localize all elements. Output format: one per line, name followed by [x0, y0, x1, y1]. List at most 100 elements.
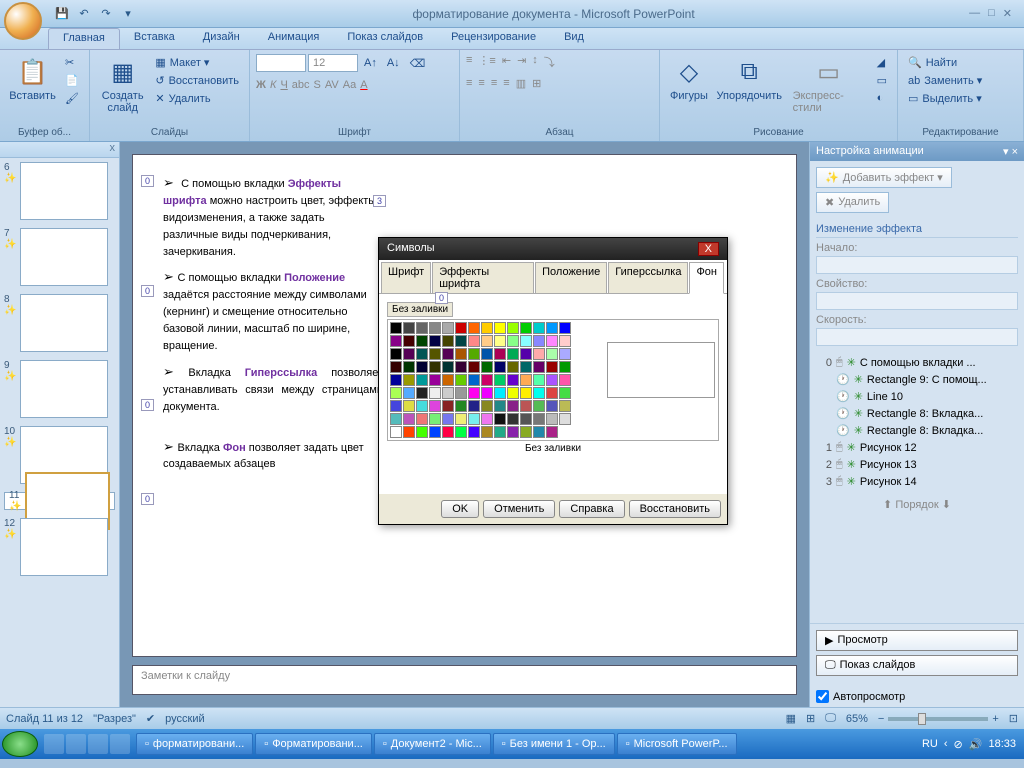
layout-button[interactable]: ▦ Макет ▾: [151, 54, 243, 71]
justify-icon[interactable]: ≡: [503, 77, 509, 90]
tab-slideshow[interactable]: Показ слайдов: [333, 28, 437, 49]
color-swatch[interactable]: [468, 387, 480, 399]
anim-tag[interactable]: 3: [373, 195, 386, 207]
color-swatch[interactable]: [390, 400, 402, 412]
color-swatch[interactable]: [481, 374, 493, 386]
color-swatch[interactable]: [442, 361, 454, 373]
color-swatch[interactable]: [468, 322, 480, 334]
bold-button[interactable]: Ж: [256, 79, 266, 91]
color-swatch[interactable]: [442, 374, 454, 386]
fit-icon[interactable]: ⊡: [1009, 712, 1018, 725]
color-swatch[interactable]: [416, 413, 428, 425]
save-icon[interactable]: 💾: [52, 4, 72, 24]
reorder-down-icon[interactable]: ⬇: [942, 499, 951, 511]
color-swatch[interactable]: [403, 387, 415, 399]
color-swatch[interactable]: [533, 361, 545, 373]
color-swatch[interactable]: [533, 387, 545, 399]
slide-thumbnail[interactable]: 9✨: [4, 360, 115, 418]
color-swatch[interactable]: [481, 413, 493, 425]
color-swatch[interactable]: [494, 374, 506, 386]
color-swatch[interactable]: [494, 335, 506, 347]
color-swatch[interactable]: [507, 361, 519, 373]
ql-icon[interactable]: [44, 734, 64, 754]
color-swatch[interactable]: [455, 322, 467, 334]
select-button[interactable]: ▭ Выделить ▾: [904, 90, 986, 107]
property-select[interactable]: [816, 292, 1018, 310]
color-swatch[interactable]: [403, 374, 415, 386]
color-swatch[interactable]: [455, 348, 467, 360]
help-button[interactable]: Справка: [559, 500, 624, 518]
color-swatch[interactable]: [520, 322, 532, 334]
color-swatch[interactable]: [442, 426, 454, 438]
color-swatch[interactable]: [429, 322, 441, 334]
color-swatch[interactable]: [442, 400, 454, 412]
font-size-select[interactable]: 12: [308, 54, 358, 72]
color-swatch[interactable]: [546, 335, 558, 347]
color-swatch[interactable]: [403, 413, 415, 425]
color-swatch[interactable]: [546, 387, 558, 399]
color-swatch[interactable]: [494, 413, 506, 425]
font-name-select[interactable]: [256, 54, 306, 72]
align-right-icon[interactable]: ≡: [491, 77, 497, 90]
animation-item[interactable]: 🕐✳Rectangle 9: С помощ...: [816, 371, 1018, 388]
color-swatch[interactable]: [416, 387, 428, 399]
color-swatch[interactable]: [455, 387, 467, 399]
shape-fill-icon[interactable]: ◢: [873, 54, 891, 71]
speed-select[interactable]: [816, 328, 1018, 346]
tab-view[interactable]: Вид: [550, 28, 598, 49]
color-swatch[interactable]: [416, 335, 428, 347]
delete-slide-button[interactable]: ✕ Удалить: [151, 90, 243, 107]
tab-design[interactable]: Дизайн: [189, 28, 254, 49]
color-swatch[interactable]: [546, 413, 558, 425]
cancel-button[interactable]: Отменить: [483, 500, 555, 518]
shape-effects-icon[interactable]: ◐: [873, 90, 891, 106]
format-painter-icon[interactable]: 🖌: [61, 90, 83, 107]
color-swatch[interactable]: [533, 322, 545, 334]
anim-tag[interactable]: 0: [141, 285, 154, 297]
color-swatch[interactable]: [455, 426, 467, 438]
color-swatch[interactable]: [559, 348, 571, 360]
minimize-button[interactable]: —: [969, 7, 980, 20]
tab-insert[interactable]: Вставка: [120, 28, 189, 49]
color-swatch[interactable]: [559, 322, 571, 334]
animation-item[interactable]: 🕐✳Rectangle 8: Вкладка...: [816, 405, 1018, 422]
color-swatch[interactable]: [429, 374, 441, 386]
redo-icon[interactable]: ↷: [96, 4, 116, 24]
ql-icon[interactable]: [66, 734, 86, 754]
slide-thumbnail[interactable]: 8✨: [4, 294, 115, 352]
thumbpane-close-icon[interactable]: x: [110, 142, 116, 157]
zoom-slider[interactable]: −+: [878, 713, 999, 725]
color-swatch[interactable]: [520, 400, 532, 412]
color-swatch[interactable]: [468, 413, 480, 425]
color-swatch[interactable]: [390, 387, 402, 399]
color-swatch[interactable]: [416, 322, 428, 334]
color-swatch[interactable]: [390, 426, 402, 438]
color-swatch[interactable]: [559, 335, 571, 347]
color-swatch[interactable]: [559, 413, 571, 425]
start-button[interactable]: [2, 731, 38, 757]
color-swatch[interactable]: [468, 374, 480, 386]
text-direction-icon[interactable]: ⤵: [544, 54, 555, 70]
color-swatch[interactable]: [546, 374, 558, 386]
align-center-icon[interactable]: ≡: [478, 77, 484, 90]
spellcheck-icon[interactable]: ✔: [146, 712, 155, 725]
color-swatch[interactable]: [468, 426, 480, 438]
dialog-tab[interactable]: Гиперссылка: [608, 262, 688, 293]
color-swatch[interactable]: [390, 322, 402, 334]
color-swatch[interactable]: [390, 335, 402, 347]
color-swatch[interactable]: [416, 374, 428, 386]
shapes-button[interactable]: ◇Фигуры: [666, 54, 712, 104]
new-slide-button[interactable]: ▦Создать слайд: [96, 54, 149, 116]
color-swatch[interactable]: [481, 426, 493, 438]
taskbar-item[interactable]: ▫форматировани...: [136, 733, 253, 755]
shadow-button[interactable]: S: [314, 79, 321, 91]
color-swatch[interactable]: [403, 361, 415, 373]
color-swatch[interactable]: [468, 335, 480, 347]
anim-tag[interactable]: 0: [141, 493, 154, 505]
dialog-tab[interactable]: Положение: [535, 262, 607, 293]
reorder-up-icon[interactable]: ⬆: [883, 499, 892, 511]
taskbar-item[interactable]: ▫Документ2 - Mic...: [374, 733, 491, 755]
color-swatch[interactable]: [468, 400, 480, 412]
color-swatch[interactable]: [403, 426, 415, 438]
indent-right-icon[interactable]: ⇥: [517, 54, 526, 70]
